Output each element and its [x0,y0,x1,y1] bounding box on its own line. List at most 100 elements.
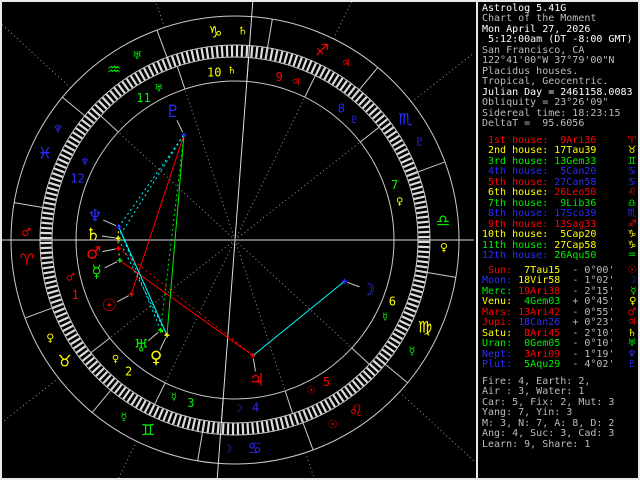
house-number: 7 [391,178,398,192]
planet-position-value: 8Ari45 [512,327,561,339]
planet-label: Sun: [482,265,513,276]
house-cusp-value: 17Tau39 [548,145,597,157]
sign-ruler-icon: ♆ [53,122,63,135]
planet-velocity: + 0°23' [560,317,615,329]
house-number: 8 [338,102,345,116]
planet-label: Nept: [482,348,513,360]
sign-glyph-icon: ♎ [436,211,450,230]
planet-velocity: - 0°55' [560,306,615,318]
sign-ruler-icon: ☽ [222,442,232,455]
chart-wheel: ♈♂♉♀♊☿♋☽♌☉♍☿♎♀♏♇♐♃♑ ♄♒♅♓♆1♂2♀3☿4☽5☉6☿7♀8♇… [2,2,474,478]
house-label: 3rd house: [482,155,549,167]
sign-ruler-icon: ♃ [341,56,351,69]
house-label: 10th house: [482,229,549,241]
sign-glyph-icon: ♐ [315,40,329,59]
house-number: 2 [125,364,132,378]
house-label: 12th house: [482,249,549,261]
house-number: 3 [187,396,194,410]
house-ruler-icon: ♂ [66,273,75,284]
house-label: 5th house: [482,176,549,188]
house-ruler-icon: ☿ [382,312,388,323]
planet-glyph-icon: ♇ [165,102,180,122]
house-label: 4th house: [482,166,549,178]
planet-position-value: 7Tau15 [512,265,561,276]
planet-icon: ♇ [627,359,637,371]
house-label: 11th house: [482,239,549,251]
house-number: 1 [72,288,79,302]
sign-ruler-icon: ♅ [132,49,142,62]
sign-glyph-icon: ♌ [349,401,363,420]
sign-glyph-icon: ♏ [398,109,412,128]
planet-label: Mars: [482,306,513,318]
house-label: 9th house: [482,218,549,230]
planet-label: Venu: [482,296,513,308]
house-cusp-value: 13Sag33 [548,218,597,230]
house-number: 9 [276,70,283,84]
aspect-line [118,226,162,331]
sign-ruler-icon: ☉ [328,418,338,431]
obliquity: Obliquity = 23°26'09" [482,97,609,109]
house-ruler-icon: ♆ [80,157,89,168]
planet-velocity: - 2°10' [560,327,615,339]
planet-position-value: 18Can26 [512,317,561,329]
house-cusp-value: 9Lib36 [548,197,597,209]
planet-glyph-icon: ♆ [87,206,102,226]
house-cusp-value: 17Sco39 [548,208,597,220]
planet-glyph-icon: ☽ [360,280,375,300]
planet-velocity: + 0°45' [560,296,615,308]
planet-glyph-icon: ♂ [86,244,101,264]
sign-glyph-icon: ♊ [141,421,155,440]
house-number: 12 [70,171,84,185]
house-number: 4 [252,401,259,415]
planet-velocity: - 2°15' [560,285,615,297]
sign-glyph-icon: ♒ [107,60,121,79]
house-label: 7th house: [482,197,549,209]
sign-ruler-icon: ♂ [21,226,31,239]
planet-position-value: 4Gem03 [512,296,561,308]
house-ruler-icon: ♀ [396,196,403,207]
house-ruler-icon: ☉ [307,385,316,396]
house-ruler-icon: ♃ [292,77,301,88]
wheel-group: ♈♂♉♀♊☿♋☽♌☉♍☿♎♀♏♇♐♃♑ ♄♒♅♓♆1♂2♀3☿4☽5☉6☿7♀8♇… [2,2,474,478]
planet-position-value: 5Aqu29 [512,359,561,371]
sign-ruler-icon: ♄ [238,25,248,38]
house-label: 1st house: [482,135,549,146]
planet-velocity: - 0°10' [560,338,615,350]
house-row: 12th house: 26Aqu50 ♒ [482,249,636,261]
house-cusp-value: 5Cap20 [548,229,597,241]
house-ruler-icon: ♀ [112,354,119,365]
planet-label: Merc: [482,285,513,297]
planet-glyph-icon: ♅ [134,337,149,357]
aspect-line [117,134,185,239]
planets-table: Sun: 7Tau15 - 0°00' ☉ Moon: 18Vir58 - 1°02… [482,265,636,371]
house-cusp-value: 5Can20 [548,166,597,178]
planet-velocity: - 1°19' [560,348,615,360]
planet-velocity: - 1°02' [560,275,615,287]
stats-line: Learn: 9, Share: 1 [482,438,591,450]
sign-ruler-icon: ♀ [440,241,448,254]
planet-position-value: 13Ari42 [512,306,561,318]
house-ruler-icon: ☽ [234,403,243,414]
house-number: 6 [389,295,396,309]
sign-glyph-icon: ♍ [418,318,432,337]
sign-glyph-icon: ♈ [20,250,34,269]
planet-label: Moon: [482,275,513,287]
sign-glyph-icon: ♉ [57,352,71,371]
house-number: 5 [323,375,330,389]
sign-glyph-icon: ♑ [208,22,222,41]
planet-glyph-icon: ☉ [102,296,117,316]
planet-glyph-icon: ♄ [85,225,100,245]
house-ruler-icon: ♄ [227,66,236,77]
planet-row: Plut: 5Aqu29 - 4°02' ♇ [482,359,636,371]
aspect-line [117,238,168,336]
sign-glyph-icon: ♋ [247,439,261,458]
house-cusp-value: 13Gem33 [548,155,597,167]
delta-t: DeltaT = 95.6056 [482,117,585,129]
house-cusp-value: 26Leo50 [548,187,597,199]
house-number: 11 [136,91,150,105]
planet-label: Jupi: [482,317,513,329]
planet-label: Plut: [482,359,513,371]
aspect-line [252,280,345,357]
house-ruler-icon: ☿ [171,392,177,403]
planet-label: Satu: [482,327,513,339]
